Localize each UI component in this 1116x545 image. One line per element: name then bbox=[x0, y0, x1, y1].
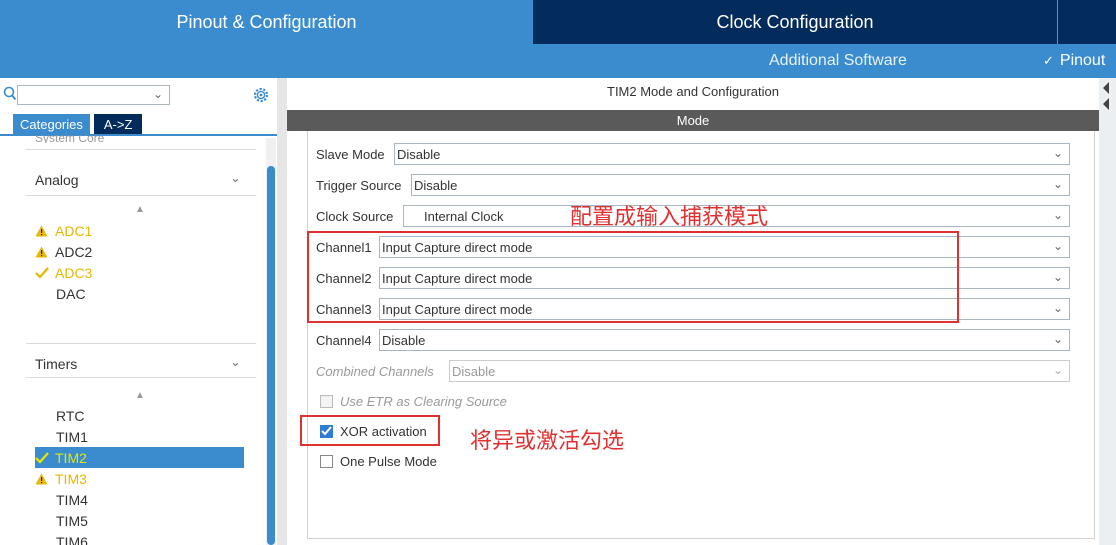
search-input[interactable]: ⌄ bbox=[17, 85, 170, 105]
select-value: Disable bbox=[397, 146, 441, 162]
sub-toolbar: Additional Software ✓ Pinout bbox=[0, 44, 1116, 78]
list-item-label: TIM5 bbox=[56, 512, 88, 529]
pinout-menu[interactable]: ✓ Pinout bbox=[1043, 44, 1105, 78]
check-icon bbox=[35, 451, 55, 464]
list-item-label: ADC1 bbox=[55, 222, 93, 239]
select-value: Internal Clock bbox=[424, 208, 504, 224]
chevron-down-icon[interactable]: ⌄ bbox=[230, 170, 241, 186]
list-item-label: ADC3 bbox=[55, 264, 93, 281]
list-item-label: TIM2 bbox=[55, 449, 87, 466]
list-item-label: DAC bbox=[56, 285, 86, 302]
mode-section-header: Mode bbox=[287, 110, 1099, 131]
tab-overflow[interactable] bbox=[1057, 0, 1116, 44]
category-tabs: Categories A->Z bbox=[13, 114, 143, 134]
chevron-down-icon: ⌄ bbox=[152, 87, 163, 101]
field-label: Combined Channels bbox=[316, 363, 434, 379]
checkbox-label: Use ETR as Clearing Source bbox=[340, 393, 507, 409]
field-label: Channel4 bbox=[316, 332, 372, 348]
divider bbox=[26, 149, 256, 150]
select-value: Disable bbox=[452, 363, 496, 379]
list-item-label: TIM1 bbox=[56, 428, 88, 445]
trigger-source-select[interactable]: Disable ⌄ bbox=[411, 174, 1070, 196]
field-label: Trigger Source bbox=[316, 177, 402, 193]
search-icon[interactable] bbox=[3, 86, 17, 102]
chevron-down-icon: ⌄ bbox=[1052, 239, 1063, 253]
checkbox-label: One Pulse Mode bbox=[340, 453, 437, 469]
tab-pinout-configuration[interactable]: Pinout & Configuration bbox=[0, 0, 533, 44]
annotation-xor-note: 将异或激活勾选 bbox=[470, 428, 625, 453]
list-item-adc3[interactable]: ADC3 bbox=[35, 262, 244, 283]
combined-channels-select: Disable ⌄ bbox=[449, 360, 1070, 382]
list-item-label: TIM3 bbox=[55, 470, 87, 487]
list-item-label: ADC2 bbox=[55, 243, 93, 260]
chevron-down-icon: ⌄ bbox=[1052, 363, 1063, 377]
field-clock-source: Clock Source bbox=[316, 205, 395, 227]
slave-mode-select[interactable]: Disable ⌄ bbox=[394, 143, 1070, 165]
section-title-system-core[interactable]: System Core bbox=[35, 135, 104, 143]
list-item-adc2[interactable]: ADC2 bbox=[35, 241, 244, 262]
pinout-menu-label: Pinout bbox=[1059, 52, 1106, 69]
annotation-capture-note: 配置成输入捕获模式 bbox=[570, 204, 769, 229]
right-panel-edge bbox=[1099, 78, 1116, 545]
chevron-down-icon: ⌄ bbox=[1052, 332, 1063, 346]
field-combined-channels: Combined Channels bbox=[316, 360, 436, 382]
section-title-timers[interactable]: Timers bbox=[35, 356, 77, 372]
chevron-down-icon: ⌄ bbox=[1052, 146, 1063, 160]
list-item-label: TIM4 bbox=[56, 491, 88, 508]
list-item-tim3[interactable]: TIM3 bbox=[35, 468, 244, 489]
list-item-dac[interactable]: DAC bbox=[35, 283, 244, 304]
field-channel4: Channel4 bbox=[316, 329, 374, 351]
one-pulse-mode-checkbox-row[interactable]: One Pulse Mode bbox=[320, 451, 437, 471]
warning-icon bbox=[35, 225, 55, 237]
panel-splitter[interactable] bbox=[277, 78, 287, 545]
select-value: Disable bbox=[382, 332, 426, 348]
list-item-tim5[interactable]: TIM5 bbox=[35, 510, 244, 531]
field-trigger-source: Trigger Source bbox=[316, 174, 404, 196]
sidebar-scrollbar-thumb[interactable] bbox=[267, 166, 275, 545]
search-row: ⌄ bbox=[0, 84, 277, 106]
chevron-down-icon[interactable]: ⌄ bbox=[230, 354, 241, 370]
chevron-down-icon: ⌄ bbox=[1052, 301, 1063, 315]
warning-icon bbox=[35, 246, 55, 258]
field-label: Slave Mode bbox=[316, 146, 385, 162]
one-pulse-mode-checkbox[interactable] bbox=[320, 454, 333, 468]
list-item-rtc[interactable]: RTC bbox=[35, 405, 244, 426]
sidebar: ⌄ Categories A->Z System Core Analog ⌄ ▲… bbox=[0, 78, 277, 545]
chevron-down-icon: ⌄ bbox=[1052, 208, 1063, 222]
select-value: Disable bbox=[414, 177, 458, 193]
chevron-down-icon: ✓ bbox=[1043, 53, 1054, 68]
tab-clock-configuration[interactable]: Clock Configuration bbox=[533, 0, 1057, 44]
field-slave-mode: Slave Mode bbox=[316, 143, 387, 165]
annotation-box-xor bbox=[300, 415, 440, 446]
chevron-down-icon: ⌄ bbox=[1052, 270, 1063, 284]
gear-icon[interactable] bbox=[252, 86, 270, 104]
warning-icon bbox=[35, 473, 55, 485]
sort-icon[interactable]: ▲ bbox=[135, 390, 145, 401]
tab-a-z[interactable]: A->Z bbox=[93, 114, 143, 134]
divider bbox=[26, 377, 256, 378]
channel4-select[interactable]: Disable ⌄ bbox=[379, 329, 1070, 351]
divider bbox=[26, 343, 256, 344]
panel-title: TIM2 Mode and Configuration bbox=[607, 84, 779, 99]
list-item-tim4[interactable]: TIM4 bbox=[35, 489, 244, 510]
field-label: Clock Source bbox=[316, 208, 394, 224]
chevron-down-icon: ⌄ bbox=[1052, 177, 1063, 191]
check-icon bbox=[35, 266, 55, 279]
top-tab-bar: Pinout & Configuration Clock Configurati… bbox=[0, 0, 1116, 44]
divider bbox=[26, 195, 256, 196]
list-item-tim2[interactable]: TIM2 bbox=[35, 447, 244, 468]
list-item-tim6[interactable]: TIM6 bbox=[35, 531, 244, 545]
list-item-tim1[interactable]: TIM1 bbox=[35, 426, 244, 447]
sort-icon[interactable]: ▲ bbox=[135, 204, 145, 215]
list-item-label: TIM6 bbox=[56, 533, 88, 545]
use-etr-checkbox bbox=[320, 394, 333, 408]
section-title-analog[interactable]: Analog bbox=[35, 172, 79, 188]
list-item-adc1[interactable]: ADC1 bbox=[35, 220, 244, 241]
list-item-label: RTC bbox=[56, 407, 85, 424]
additional-software-menu[interactable]: Additional Software bbox=[769, 44, 907, 78]
use-etr-checkbox-row: Use ETR as Clearing Source bbox=[320, 391, 507, 411]
tab-categories[interactable]: Categories bbox=[13, 114, 90, 134]
collapse-arrow-icon[interactable] bbox=[1101, 80, 1111, 114]
annotation-box-channels bbox=[307, 231, 959, 323]
